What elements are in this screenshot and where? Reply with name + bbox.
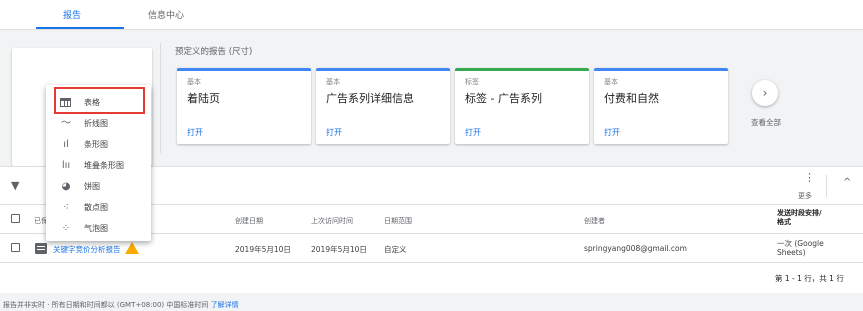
learn-more-link[interactable]: 了解详情	[211, 301, 239, 309]
predefined-reports-label: 预定义的报告 (尺寸)	[175, 47, 253, 57]
footer-text: 报告并非实时 · 所有日期和时间都以 (GMT+08:00) 中国标准时间	[3, 301, 209, 309]
divider	[826, 175, 827, 197]
report-card-paid-organic[interactable]: 基本 付费和自然 打开	[594, 68, 728, 144]
tab-dashboards[interactable]: 信息中心	[148, 8, 184, 21]
report-table-icon	[35, 243, 47, 254]
menu-item-line-chart[interactable]: 〜 折线图	[46, 115, 151, 132]
pagination-text: 第 1 - 1 行，共 1 行	[775, 274, 844, 283]
report-card-category: 基本	[326, 78, 340, 86]
creator-email: springyang008@gmail.com	[584, 244, 687, 253]
line-chart-icon: 〜	[61, 118, 71, 129]
filter-icon[interactable]: ▼	[11, 179, 19, 192]
active-tab-indicator	[36, 27, 124, 29]
open-link[interactable]: 打开	[326, 127, 342, 138]
more-label: 更多	[798, 192, 812, 200]
chevron-right-icon: ›	[762, 86, 768, 100]
top-tab-bar: 报告 信息中心	[0, 0, 863, 30]
divider	[0, 262, 863, 263]
tab-reports[interactable]: 报告	[63, 8, 81, 21]
more-vert-icon[interactable]: ⋮	[804, 172, 815, 183]
footer-note: 报告并非实时 · 所有日期和时间都以 (GMT+08:00) 中国标准时间 了解…	[3, 300, 239, 310]
menu-item-label: 折线图	[84, 119, 108, 128]
menu-item-scatter-chart[interactable]: ⁖ 散点图	[46, 199, 151, 216]
report-card-category: 基本	[604, 78, 618, 86]
report-name-link[interactable]: 关键字竞价分析报告	[53, 244, 121, 255]
open-link[interactable]: 打开	[465, 127, 481, 138]
next-cards-button[interactable]: ›	[752, 80, 778, 106]
chevron-up-icon[interactable]: ^	[843, 177, 851, 188]
row-checkbox[interactable]	[11, 243, 20, 252]
menu-item-label: 气泡图	[84, 224, 108, 233]
created-date: 2019年5月10日	[235, 245, 291, 254]
menu-item-label: 饼图	[84, 182, 100, 191]
schedule-format: 一次 (Google Sheets)	[777, 239, 824, 257]
report-card-name: 付费和自然	[604, 92, 659, 105]
column-header-created[interactable]: 创建日期	[235, 216, 263, 226]
open-link[interactable]: 打开	[604, 127, 620, 138]
divider	[160, 43, 161, 153]
menu-item-label: 堆叠条形图	[84, 161, 124, 170]
open-link[interactable]: 打开	[187, 127, 203, 138]
report-card-campaign-details[interactable]: 基本 广告系列详细信息 打开	[316, 68, 450, 144]
menu-item-stacked-bar-chart[interactable]: lıı 堆叠条形图	[46, 157, 151, 174]
menu-item-label: 散点图	[84, 203, 108, 212]
report-card-name: 标签 - 广告系列	[465, 92, 542, 105]
menu-item-label: 条形图	[84, 140, 108, 149]
last-access-date: 2019年5月10日	[311, 245, 367, 254]
report-card-category: 基本	[187, 78, 201, 86]
menu-item-bar-chart[interactable]: ıl 条形图	[46, 136, 151, 153]
bar-chart-icon: ıl	[63, 139, 69, 150]
menu-item-pie-chart[interactable]: ◕ 饼图	[46, 178, 151, 195]
pie-chart-icon: ◕	[61, 181, 71, 192]
report-card-name: 广告系列详细信息	[326, 92, 414, 105]
warning-icon[interactable]	[125, 242, 139, 254]
report-card-name: 着陆页	[187, 92, 220, 105]
column-header-last-access[interactable]: 上次访问时间	[311, 216, 353, 226]
report-card-category: 标签	[465, 78, 479, 86]
report-card-labels-campaigns[interactable]: 标签 标签 - 广告系列 打开	[455, 68, 589, 144]
report-card-landing-page[interactable]: 基本 着陆页 打开	[177, 68, 311, 144]
see-all-link[interactable]: 查看全部	[751, 117, 781, 128]
scatter-chart-icon: ⁖	[63, 202, 69, 213]
highlight-box	[54, 87, 145, 114]
column-header-schedule[interactable]: 发送时段安排/ 格式	[777, 209, 822, 227]
column-header-creator[interactable]: 创建者	[584, 216, 605, 226]
column-header-date-range[interactable]: 日期范围	[384, 216, 412, 226]
select-all-checkbox[interactable]	[11, 214, 20, 223]
menu-item-bubble-chart[interactable]: ⁘ 气泡图	[46, 220, 151, 237]
bubble-chart-icon: ⁘	[61, 223, 71, 234]
stacked-bar-chart-icon: lıı	[61, 160, 71, 171]
date-range: 自定义	[384, 245, 407, 254]
